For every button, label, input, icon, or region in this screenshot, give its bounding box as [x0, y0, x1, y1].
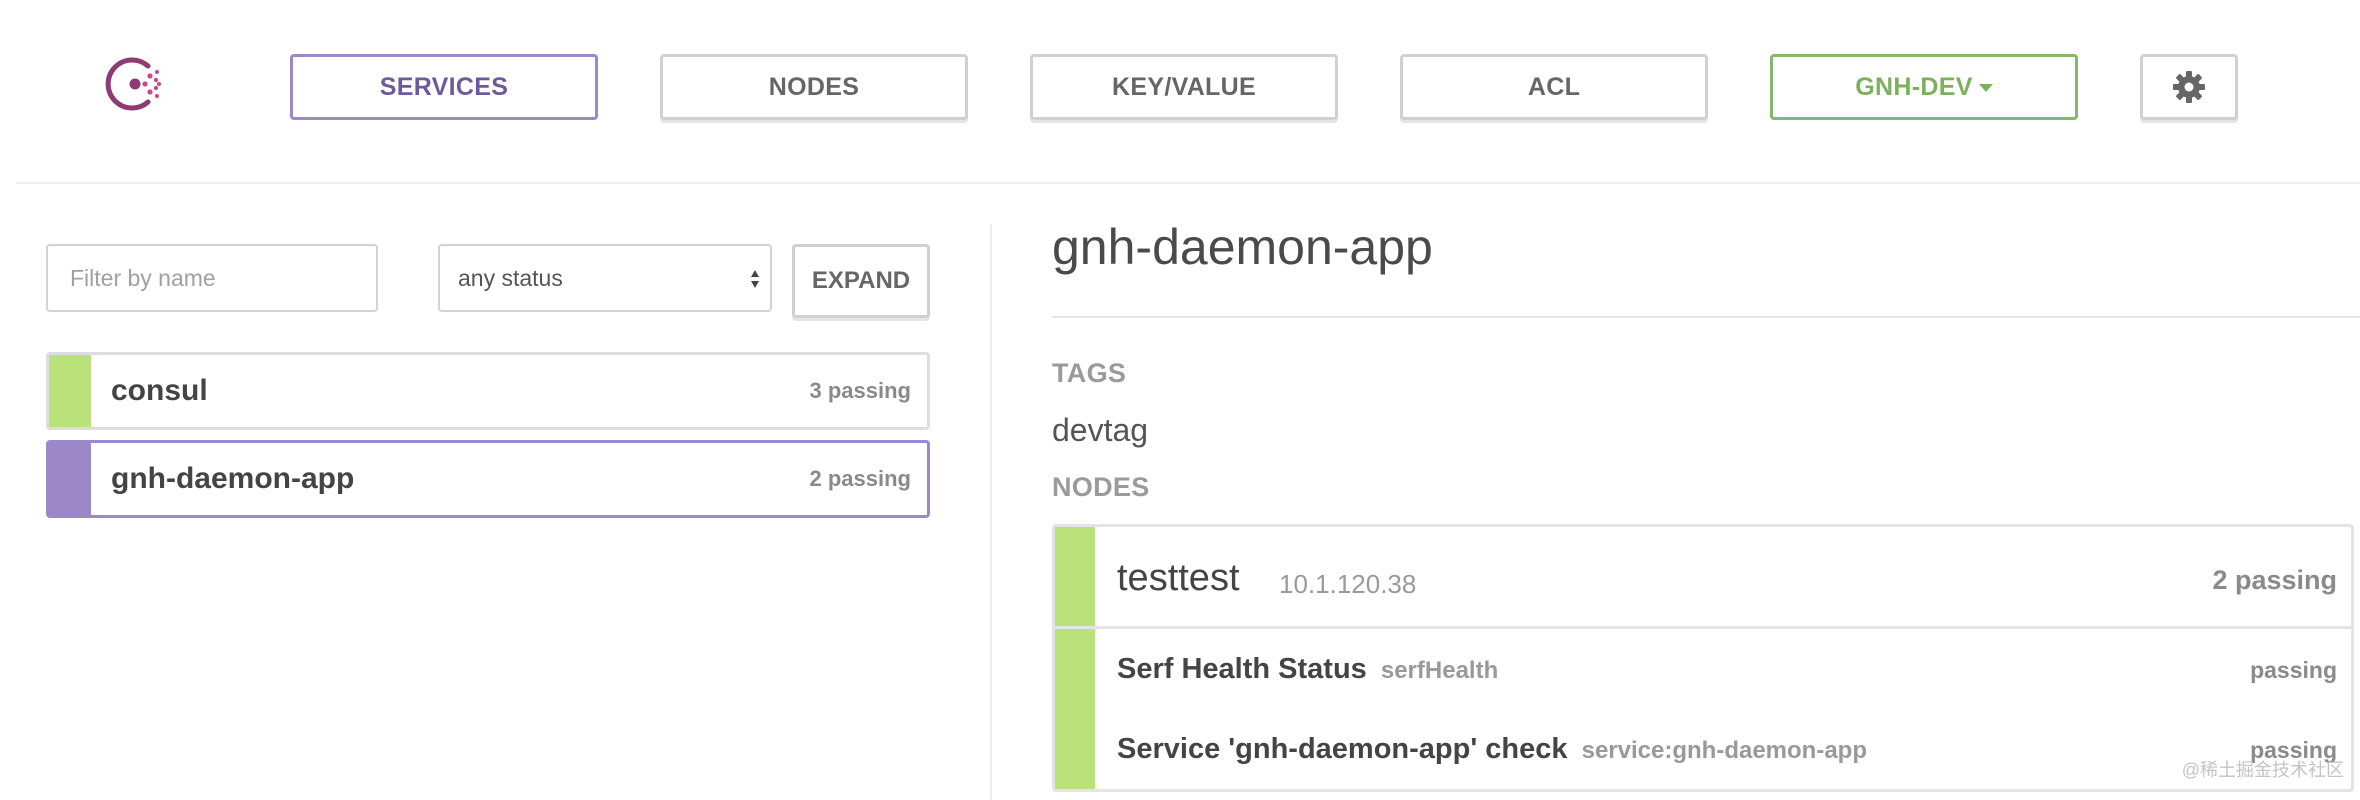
check-id: serfHealth	[1380, 657, 1499, 684]
caret-down-icon	[1978, 84, 1993, 92]
tags-label: TAGS	[1052, 358, 1127, 388]
watermark-text: @稀土掘金技术社区	[2181, 760, 2344, 780]
check-row: Serf Health Status serfHealth passing	[1055, 639, 2351, 719]
service-selected-bar	[49, 443, 91, 515]
detail-divider	[1052, 316, 2360, 318]
datacenter-dropdown[interactable]: GNH-DEV	[1770, 54, 2078, 120]
status-filter-select[interactable]: any status	[438, 244, 772, 312]
service-row-consul[interactable]: consul 3 passing	[46, 352, 930, 430]
service-status-bar	[49, 355, 91, 427]
node-panel: testtest 10.1.120.38 2 passing Serf Heal…	[1052, 524, 2354, 792]
nav-acl-button[interactable]: ACL	[1400, 54, 1708, 120]
service-passing-count: 3 passing	[809, 378, 911, 403]
status-filter-value: any status	[458, 264, 563, 291]
nav-services-button[interactable]: SERVICES	[290, 54, 598, 120]
check-id: service:gnh-daemon-app	[1581, 737, 1867, 764]
check-name: Service 'gnh-daemon-app' check	[1117, 733, 1568, 765]
service-row-gnh-daemon-app[interactable]: gnh-daemon-app 2 passing	[46, 440, 930, 518]
consul-logo-icon[interactable]	[104, 52, 168, 116]
node-header[interactable]: testtest 10.1.120.38 2 passing	[1055, 527, 2351, 629]
service-name: consul	[111, 374, 208, 407]
datacenter-label: GNH-DEV	[1855, 72, 1973, 101]
expand-button[interactable]: EXPAND	[792, 244, 930, 318]
nodes-label: NODES	[1052, 472, 1150, 502]
service-tag: devtag	[1052, 412, 1149, 448]
service-name: gnh-daemon-app	[111, 462, 355, 495]
service-passing-count: 2 passing	[809, 466, 911, 491]
select-arrows-icon	[751, 270, 759, 288]
check-row: Service 'gnh-daemon-app' check service:g…	[1055, 719, 2351, 799]
node-address: 10.1.120.38	[1279, 569, 1417, 599]
filter-by-name-input[interactable]	[46, 244, 378, 312]
node-passing-count: 2 passing	[2212, 565, 2337, 595]
check-status: passing	[2250, 657, 2337, 683]
node-name: testtest	[1117, 557, 1240, 599]
check-name: Serf Health Status	[1117, 653, 1367, 685]
service-detail-title: gnh-daemon-app	[1052, 219, 1433, 275]
nav-keyvalue-button[interactable]: KEY/VALUE	[1030, 54, 1338, 120]
node-status-bar	[1055, 527, 1095, 626]
nav-nodes-button[interactable]: NODES	[660, 54, 968, 120]
settings-button[interactable]	[2140, 54, 2238, 120]
column-divider	[990, 224, 992, 800]
header-divider	[16, 182, 2360, 184]
gear-icon	[2173, 71, 2205, 103]
